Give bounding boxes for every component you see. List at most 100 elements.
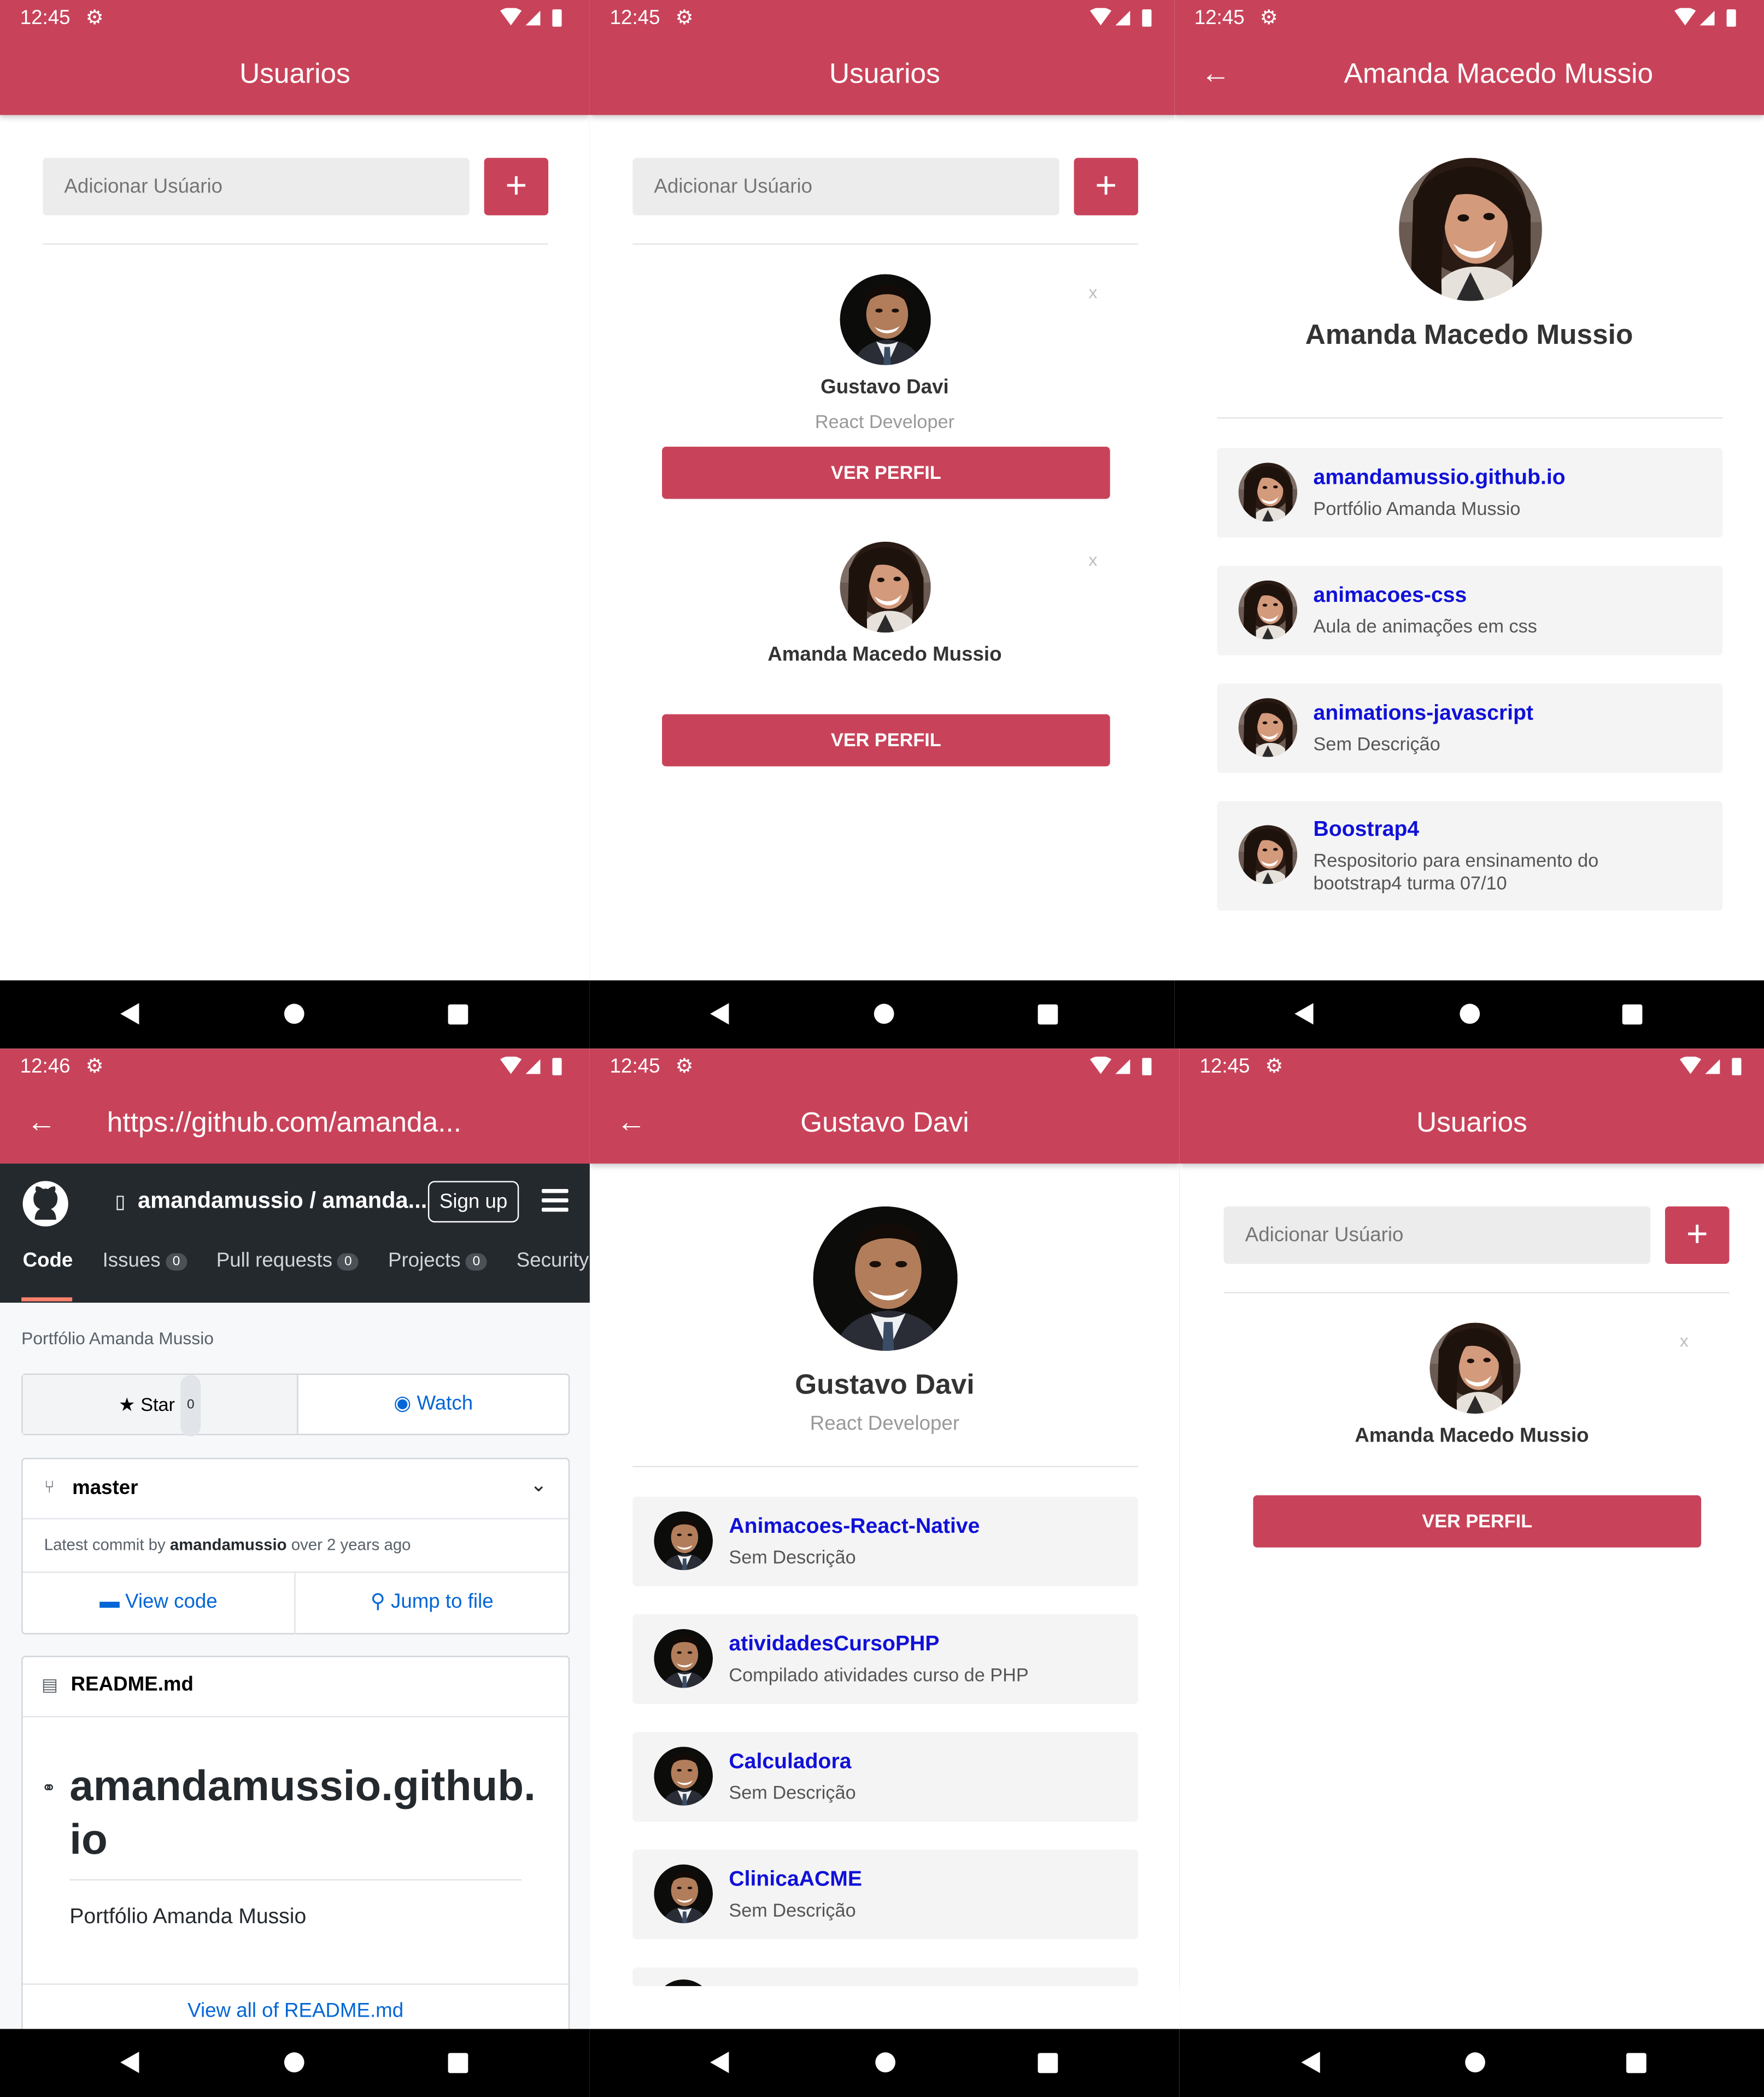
user-avatar — [840, 542, 930, 632]
profile-avatar — [1399, 158, 1542, 301]
remove-user-button[interactable]: x — [1089, 282, 1098, 302]
home-nav-icon[interactable] — [284, 2052, 304, 2073]
repo-item[interactable]: amandamussio.github.io Portfólio Amanda … — [1217, 448, 1723, 538]
branch-box: ⑂ master ⌄ Latest commit by amandamussio… — [21, 1457, 570, 1635]
tab-projects[interactable]: Projects 0 — [388, 1249, 487, 1272]
divider — [1217, 417, 1723, 419]
back-nav-icon[interactable] — [710, 2052, 729, 2073]
repo-description: Respositorio para ensinamento do bootstr… — [1313, 849, 1599, 894]
eye-icon: ◉ — [394, 1392, 412, 1415]
back-arrow-icon[interactable]: ← — [1201, 56, 1230, 91]
add-user-input[interactable] — [632, 157, 1059, 215]
sign-up-button[interactable]: Sign up — [427, 1181, 519, 1223]
repo-name[interactable]: Boostrap4 — [1314, 818, 1420, 842]
add-user-button[interactable]: + — [484, 157, 549, 215]
repo-name[interactable]: Animacoes-React-Native — [729, 1515, 980, 1539]
settings-status-icon: ⚙ — [85, 1055, 104, 1078]
back-arrow-icon[interactable]: ← — [27, 1105, 56, 1140]
repo-owner-avatar — [1239, 825, 1298, 885]
view-profile-button[interactable]: VER PERFIL — [662, 714, 1110, 766]
repo-name[interactable]: amandamussio.github.io — [1314, 467, 1566, 491]
readme-header: ▤ README.md — [22, 1657, 569, 1718]
repo-item[interactable]: animations-javascript Sem Descrição — [1217, 683, 1723, 774]
home-nav-icon[interactable] — [875, 2052, 895, 2073]
profile-avatar — [813, 1206, 958, 1351]
repo-item[interactable]: Animacoes-React-Native Sem Descrição — [632, 1496, 1139, 1586]
recents-nav-icon[interactable] — [448, 2053, 468, 2073]
commit-prefix: Latest commit by — [44, 1535, 166, 1554]
repo-name[interactable]: animations-javascript — [1314, 702, 1533, 726]
repo-item[interactable]: ClinicaACME Sem Descrição — [632, 1849, 1139, 1940]
divider — [69, 1879, 522, 1881]
back-nav-icon[interactable] — [120, 1003, 139, 1025]
remove-user-button[interactable]: x — [1680, 1331, 1689, 1351]
status-time: 12:45 — [610, 1055, 660, 1078]
tab-security[interactable]: Security — [517, 1249, 589, 1272]
tab-label: Issues — [102, 1249, 161, 1272]
view-profile-button[interactable]: VER PERFIL — [1253, 1495, 1702, 1548]
repo-name[interactable]: atividadesCursoPHP — [729, 1633, 939, 1657]
view-code-button[interactable]: ▬ View code — [23, 1573, 296, 1635]
tab-code[interactable]: Code — [23, 1249, 73, 1272]
home-nav-icon[interactable] — [284, 1004, 304, 1024]
status-bar: 12:45 ⚙ — [1174, 0, 1764, 36]
latest-commit: Latest commit by amandamussio over 2 yea… — [44, 1536, 411, 1554]
chevron-down-icon: ⌄ — [530, 1474, 547, 1497]
repo-name[interactable]: ClinicaACME — [729, 1868, 862, 1893]
back-nav-icon[interactable] — [120, 2052, 139, 2073]
tab-pull-requests[interactable]: Pull requests 0 — [216, 1249, 359, 1272]
repo-item[interactable]: atividadesCursoPHP Compilado atividades … — [632, 1614, 1139, 1704]
anchor-link-icon[interactable]: ⚭ — [42, 1778, 56, 1799]
commit-author[interactable]: amandamussio — [170, 1536, 287, 1554]
repo-item-partial[interactable] — [632, 1967, 1139, 1987]
github-logo-icon[interactable] — [21, 1180, 69, 1228]
user-name: Amanda Macedo Mussio — [1355, 1424, 1589, 1448]
recents-nav-icon[interactable] — [448, 1004, 468, 1025]
watch-button[interactable]: ◉ Watch — [298, 1375, 569, 1434]
page-title: Usuarios — [829, 58, 940, 90]
android-nav-bar — [0, 980, 590, 1049]
home-nav-icon[interactable] — [1465, 2052, 1485, 2073]
repo-item[interactable]: animacoes-css Aula de animações em css — [1217, 565, 1723, 655]
repo-description: Sem Descrição — [729, 1899, 856, 1921]
recents-nav-icon[interactable] — [1038, 2053, 1058, 2073]
add-user-input[interactable] — [43, 157, 470, 215]
recents-nav-icon[interactable] — [1626, 2053, 1646, 2073]
branch-icon: ⑂ — [44, 1477, 55, 1497]
home-nav-icon[interactable] — [874, 1004, 894, 1024]
remove-user-button[interactable]: x — [1089, 550, 1098, 570]
repo-description: Sem Descrição — [1313, 733, 1440, 754]
status-bar: 12:45 ⚙ — [1180, 1048, 1764, 1085]
repo-item[interactable]: Boostrap4 Respositorio para ensinamento … — [1217, 801, 1723, 911]
star-icon: ★ — [118, 1393, 136, 1415]
jump-to-file-button[interactable]: ⚲ Jump to file — [296, 1573, 569, 1635]
hamburger-menu-icon[interactable] — [541, 1189, 569, 1212]
repo-tabs: Code Issues 0 Pull requests 0 Projects 0 Se… — [23, 1249, 589, 1272]
android-nav-bar — [589, 2029, 1180, 2097]
repo-description: Portfólio Amanda Mussio — [21, 1328, 214, 1349]
back-nav-icon[interactable] — [1301, 2052, 1320, 2073]
signal-battery-icon — [1674, 8, 1736, 27]
branch-selector[interactable]: ⑂ master ⌄ — [22, 1459, 569, 1520]
status-time: 12:45 — [610, 7, 660, 30]
back-nav-icon[interactable] — [1294, 1003, 1314, 1025]
view-profile-button[interactable]: VER PERFIL — [662, 447, 1110, 499]
add-user-button[interactable]: + — [1665, 1206, 1730, 1264]
repo-path[interactable]: amandamussio / amanda... — [138, 1188, 427, 1215]
readme-filename: README.md — [71, 1673, 194, 1696]
status-time: 12:45 — [20, 7, 71, 30]
repo-owner-avatar — [654, 1512, 713, 1571]
recents-nav-icon[interactable] — [1622, 1004, 1643, 1025]
add-user-button[interactable]: + — [1074, 157, 1139, 215]
star-button[interactable]: ★ Star 0 — [22, 1375, 298, 1437]
repo-name[interactable]: animacoes-css — [1314, 584, 1467, 608]
add-user-input[interactable] — [1223, 1206, 1651, 1264]
repo-name[interactable]: Calculadora — [729, 1751, 851, 1775]
tab-issues[interactable]: Issues 0 — [103, 1249, 187, 1272]
home-nav-icon[interactable] — [1460, 1004, 1480, 1024]
repo-item[interactable]: Calculadora Sem Descrição — [632, 1732, 1139, 1822]
back-nav-icon[interactable] — [710, 1003, 729, 1025]
page-title: Usuarios — [1416, 1107, 1527, 1139]
view-all-readme-link[interactable]: View all of README.md — [23, 2000, 569, 2023]
recents-nav-icon[interactable] — [1038, 1004, 1058, 1025]
